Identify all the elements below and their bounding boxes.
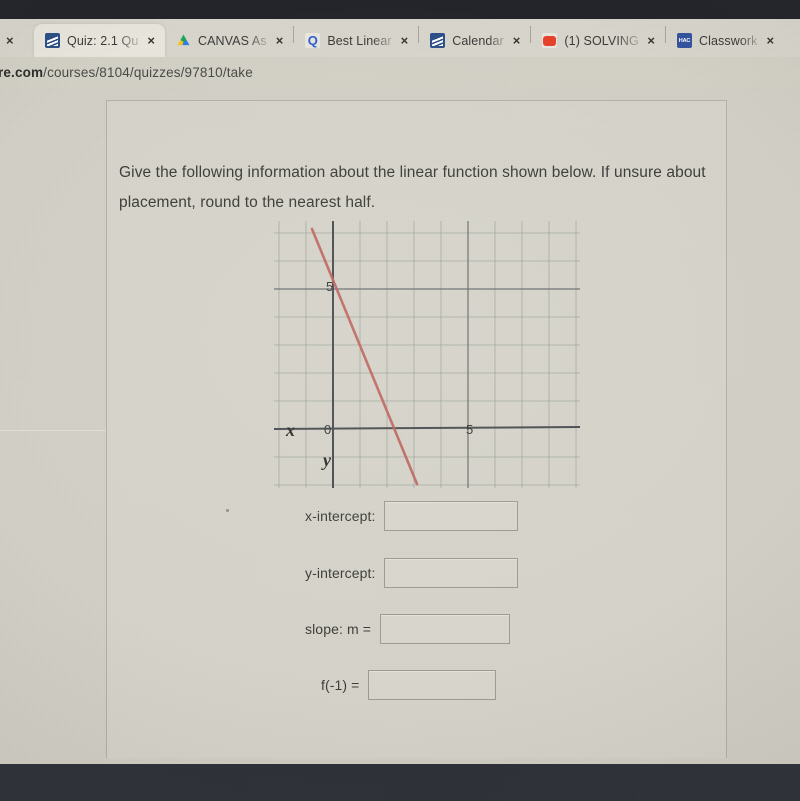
- question-text: Give the following information about the…: [119, 164, 706, 211]
- close-icon[interactable]: ×: [645, 33, 657, 48]
- browser-tab-quiz[interactable]: Quiz: 2.1 Qu ×: [34, 24, 165, 57]
- monitor-bezel-top: [0, 0, 800, 19]
- function-value-input[interactable]: [368, 670, 497, 700]
- browser-chrome: × Quiz: 2.1 Qu × CANVAS As × Q Best Line…: [0, 19, 800, 57]
- url-text: re.com/courses/8104/quizzes/97810/take: [0, 65, 253, 80]
- function-value-label: f(-1) =: [321, 677, 360, 693]
- graph-tick-x-5: 5: [466, 422, 474, 437]
- graph-tick-y-5: 5: [326, 279, 334, 294]
- screenshot-root: × Quiz: 2.1 Qu × CANVAS As × Q Best Line…: [0, 0, 800, 801]
- page-speck: [226, 509, 229, 512]
- hac-favicon-icon: HAC: [676, 33, 692, 48]
- close-icon[interactable]: ×: [145, 33, 157, 48]
- page-gutter-divider: [0, 430, 106, 431]
- graph-gridlines-horizontal: [274, 232, 580, 486]
- url-domain: re.com: [0, 64, 44, 80]
- canvas-quiz-favicon-icon: [45, 33, 60, 48]
- close-icon[interactable]: ×: [274, 33, 286, 48]
- url-path: /courses/8104/quizzes/97810/take: [43, 64, 253, 80]
- y-intercept-label: y-intercept:: [305, 565, 376, 581]
- graph-tick-origin: 0: [324, 422, 332, 437]
- browser-tab-partial[interactable]: ×: [0, 24, 34, 57]
- linear-function-graph: x y 0 5 5: [274, 221, 580, 488]
- browser-tab-best-linear[interactable]: Q Best Linear ×: [294, 24, 418, 57]
- quiz-question-card: Give the following information about the…: [106, 100, 727, 758]
- youtube-favicon-icon: [542, 33, 558, 48]
- close-icon[interactable]: ×: [399, 33, 411, 48]
- close-icon[interactable]: ×: [765, 33, 777, 48]
- browser-tab-strip: × Quiz: 2.1 Qu × CANVAS As × Q Best Line…: [0, 19, 800, 57]
- close-icon[interactable]: ×: [511, 33, 523, 48]
- browser-tab-title: CANVAS As: [197, 33, 267, 48]
- x-intercept-input[interactable]: [384, 501, 519, 531]
- graph-x-axis: [274, 426, 580, 430]
- monitor-bezel-bottom: [0, 764, 800, 801]
- browser-tab-title: Best Linear: [327, 33, 392, 48]
- browser-tab-title: Classwork: [698, 33, 758, 48]
- close-icon[interactable]: ×: [4, 33, 16, 48]
- browser-tab-youtube-solving[interactable]: (1) SOLVING ×: [531, 24, 665, 57]
- slope-input[interactable]: [379, 614, 510, 644]
- x-intercept-row: x-intercept:: [305, 501, 519, 531]
- browser-address-bar[interactable]: re.com/courses/8104/quizzes/97810/take: [0, 57, 800, 87]
- graph-svg: [274, 221, 580, 488]
- y-intercept-row: y-intercept:: [305, 558, 519, 588]
- browser-tab-classwork[interactable]: HAC Classwork ×: [666, 24, 784, 57]
- quizlet-favicon-icon: Q: [305, 33, 321, 48]
- graph-axis-label-y: y: [323, 450, 331, 470]
- function-value-row: f(-1) =: [321, 670, 497, 700]
- browser-tab-title: (1) SOLVING: [564, 33, 639, 48]
- quiz-page: Give the following information about the…: [0, 87, 800, 764]
- slope-label: slope: m =: [305, 621, 371, 637]
- browser-tab-title: Calendar: [452, 33, 504, 48]
- graph-axis-label-x: x: [286, 420, 295, 440]
- y-intercept-input[interactable]: [384, 558, 519, 588]
- google-drive-favicon-icon: [176, 33, 191, 48]
- browser-tab-calendar[interactable]: Calendar ×: [419, 24, 530, 57]
- x-intercept-label: x-intercept:: [305, 508, 376, 524]
- graph-line-series: [310, 227, 419, 486]
- slope-row: slope: m =: [305, 614, 510, 644]
- browser-tab-title: Quiz: 2.1 Qu: [67, 33, 139, 48]
- canvas-calendar-favicon-icon: [430, 33, 446, 48]
- browser-tab-canvas-assignments[interactable]: CANVAS As ×: [165, 24, 293, 57]
